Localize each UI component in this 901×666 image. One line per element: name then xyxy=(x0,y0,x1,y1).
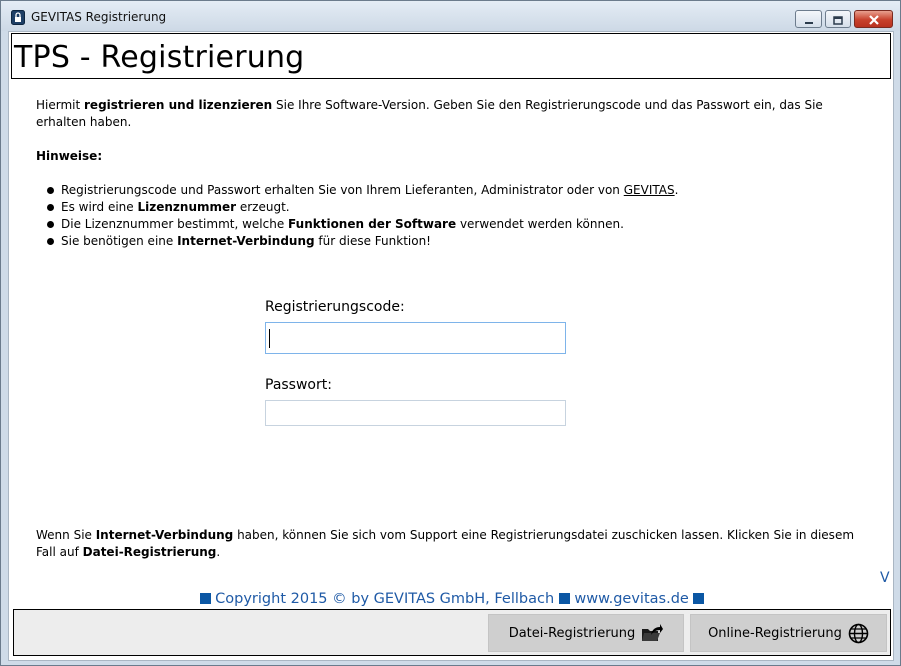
list-item-text: Die Lizenznummer bestimmt, welche xyxy=(61,217,289,231)
list-item: Registrierungscode und Passwort erhalten… xyxy=(45,182,678,199)
file-registration-label: Datei-Registrierung xyxy=(508,625,636,641)
square-bullet-icon xyxy=(199,593,211,604)
title-bar[interactable]: GEVITAS Registrierung xyxy=(1,1,900,31)
file-registration-info: Wenn Sie Internet-Verbindung haben, könn… xyxy=(36,527,876,561)
list-item: Sie benötigen eine Internet-Verbindung f… xyxy=(45,233,678,250)
online-registration-button[interactable]: Online-Registrierung xyxy=(690,614,887,652)
list-item: Die Lizenznummer bestimmt, welche Funkti… xyxy=(45,216,678,233)
list-item-bold: Funktionen der Software xyxy=(288,217,457,231)
info-bold: Internet-Verbindung xyxy=(95,528,234,542)
hinweise-heading: Hinweise: xyxy=(36,149,103,163)
list-item-bold: Lizenznummer xyxy=(137,200,237,214)
header-banner: TPS - Registrierung xyxy=(11,33,891,79)
password-label: Passwort: xyxy=(265,377,332,393)
info-text: . xyxy=(216,545,221,559)
square-bullet-icon xyxy=(558,593,570,604)
maximize-button[interactable] xyxy=(825,10,851,28)
lock-icon xyxy=(11,10,25,25)
window-title: GEVITAS Registrierung xyxy=(31,10,167,24)
registration-code-input[interactable] xyxy=(265,322,566,354)
content-area: TPS - Registrierung Hiermit registrieren… xyxy=(8,31,894,661)
folder-share-icon xyxy=(641,623,664,643)
password-input[interactable] xyxy=(265,400,566,426)
square-bullet-icon xyxy=(693,593,705,604)
list-item-text: erzeugt. xyxy=(236,200,290,214)
list-item-bold: Internet-Verbindung xyxy=(177,234,315,248)
website-link[interactable]: www.gevitas.de xyxy=(574,591,688,607)
intro-bold: registrieren und lizenzieren xyxy=(84,98,273,112)
minimize-icon xyxy=(804,10,814,29)
copyright-line: Copyright 2015 © by GEVITAS GmbH, Fellba… xyxy=(9,591,895,607)
page-title: TPS - Registrierung xyxy=(14,40,305,75)
list-item-text: Sie benötigen eine xyxy=(61,234,178,248)
gevitas-link[interactable]: GEVITAS xyxy=(624,183,675,197)
version-marker[interactable]: V xyxy=(880,570,890,586)
button-bar: Datei-Registrierung Online-Registrierung xyxy=(13,609,891,656)
hinweise-list: Registrierungscode und Passwort erhalten… xyxy=(45,182,678,250)
registration-window: GEVITAS Registrierung TPS - Registrierun… xyxy=(0,0,901,666)
intro-text: Hiermit registrieren und lizenzieren Sie… xyxy=(36,97,876,131)
globe-icon xyxy=(848,623,869,644)
copyright-text: Copyright 2015 © by GEVITAS GmbH, Fellba… xyxy=(215,591,555,607)
registration-code-label: Registrierungscode: xyxy=(265,299,405,315)
intro-prefix: Hiermit xyxy=(36,98,85,112)
list-item-text: Es wird eine xyxy=(61,200,138,214)
info-bold: Datei-Registrierung xyxy=(82,545,217,559)
minimize-button[interactable] xyxy=(795,10,822,28)
list-item-text: Registrierungscode und Passwort erhalten… xyxy=(61,183,624,197)
close-button[interactable] xyxy=(854,10,893,28)
list-item-text: verwendet werden können. xyxy=(456,217,624,231)
list-item: Es wird eine Lizenznummer erzeugt. xyxy=(45,199,678,216)
close-icon xyxy=(868,10,880,29)
list-item-text: . xyxy=(674,183,679,197)
file-registration-button[interactable]: Datei-Registrierung xyxy=(488,614,684,652)
online-registration-label: Online-Registrierung xyxy=(708,625,842,641)
info-text: Wenn Sie xyxy=(36,528,96,542)
text-caret xyxy=(269,329,270,348)
list-item-text: für diese Funktion! xyxy=(314,234,431,248)
maximize-icon xyxy=(833,10,843,29)
